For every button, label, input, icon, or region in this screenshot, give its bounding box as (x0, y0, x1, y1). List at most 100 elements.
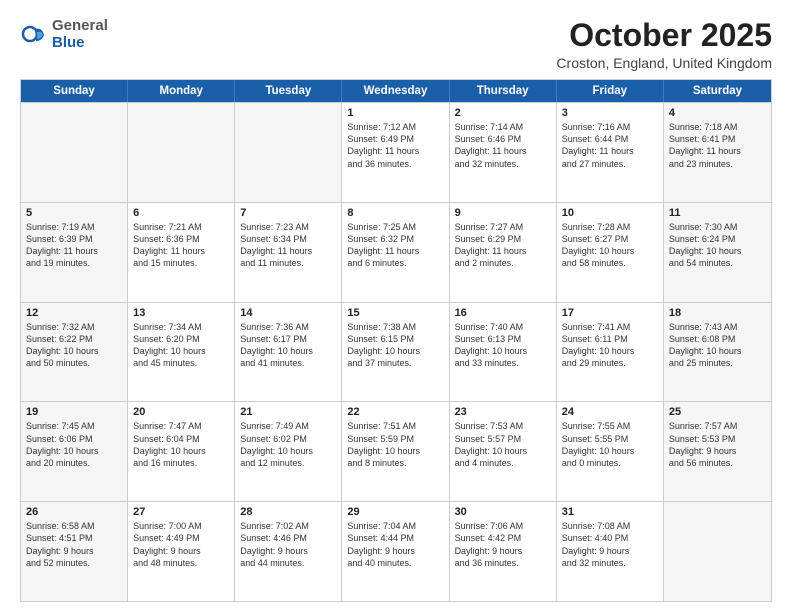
day-number: 7 (240, 207, 336, 219)
week-row-2: 12 Sunrise: 7:32 AM Sunset: 6:22 PM Dayli… (21, 302, 771, 402)
logo-blue: Blue (52, 35, 108, 52)
day-info: Sunrise: 7:25 AM Sunset: 6:32 PM Dayligh… (347, 221, 443, 270)
day-info: Sunrise: 7:47 AM Sunset: 6:04 PM Dayligh… (133, 420, 229, 469)
day-number: 26 (26, 506, 122, 518)
day-info: Sunrise: 7:19 AM Sunset: 6:39 PM Dayligh… (26, 221, 122, 270)
day-number: 2 (455, 107, 551, 119)
day-info: Sunrise: 7:32 AM Sunset: 6:22 PM Dayligh… (26, 321, 122, 370)
day-cell-15: 15 Sunrise: 7:38 AM Sunset: 6:15 PM Dayli… (342, 303, 449, 402)
logo-icon (20, 21, 48, 49)
day-cell-31: 31 Sunrise: 7:08 AM Sunset: 4:40 PM Dayli… (557, 502, 664, 601)
day-number: 22 (347, 406, 443, 418)
day-number: 14 (240, 307, 336, 319)
day-info: Sunrise: 7:21 AM Sunset: 6:36 PM Dayligh… (133, 221, 229, 270)
day-number: 30 (455, 506, 551, 518)
day-cell-11: 11Sunrise: 7:30 AM Sunset: 6:24 PM Dayli… (664, 203, 771, 302)
day-cell-4: 4 Sunrise: 7:18 AM Sunset: 6:41 PM Daylig… (664, 103, 771, 202)
day-cell-19: 19Sunrise: 7:45 AM Sunset: 6:06 PM Dayli… (21, 402, 128, 501)
day-info: Sunrise: 7:49 AM Sunset: 6:02 PM Dayligh… (240, 420, 336, 469)
empty-cell (21, 103, 128, 202)
day-cell-8: 8 Sunrise: 7:25 AM Sunset: 6:32 PM Daylig… (342, 203, 449, 302)
day-info: Sunrise: 7:38 AM Sunset: 6:15 PM Dayligh… (347, 321, 443, 370)
day-cell-26: 26Sunrise: 6:58 AM Sunset: 4:51 PM Dayli… (21, 502, 128, 601)
day-info: Sunrise: 7:06 AM Sunset: 4:42 PM Dayligh… (455, 520, 551, 569)
header-day-wednesday: Wednesday (342, 80, 449, 102)
day-number: 1 (347, 107, 443, 119)
day-number: 16 (455, 307, 551, 319)
day-cell-30: 30 Sunrise: 7:06 AM Sunset: 4:42 PM Dayli… (450, 502, 557, 601)
day-info: Sunrise: 7:18 AM Sunset: 6:41 PM Dayligh… (669, 121, 766, 170)
day-number: 18 (669, 307, 766, 319)
header-day-tuesday: Tuesday (235, 80, 342, 102)
empty-cell (664, 502, 771, 601)
day-info: Sunrise: 7:14 AM Sunset: 6:46 PM Dayligh… (455, 121, 551, 170)
day-cell-2: 2 Sunrise: 7:14 AM Sunset: 6:46 PM Daylig… (450, 103, 557, 202)
day-cell-3: 3Sunrise: 7:16 AM Sunset: 6:44 PM Daylig… (557, 103, 664, 202)
day-cell-28: 28Sunrise: 7:02 AM Sunset: 4:46 PM Dayli… (235, 502, 342, 601)
day-info: Sunrise: 7:12 AM Sunset: 6:49 PM Dayligh… (347, 121, 443, 170)
day-info: Sunrise: 7:28 AM Sunset: 6:27 PM Dayligh… (562, 221, 658, 270)
day-info: Sunrise: 7:27 AM Sunset: 6:29 PM Dayligh… (455, 221, 551, 270)
day-info: Sunrise: 7:43 AM Sunset: 6:08 PM Dayligh… (669, 321, 766, 370)
week-row-4: 26Sunrise: 6:58 AM Sunset: 4:51 PM Dayli… (21, 501, 771, 601)
day-info: Sunrise: 7:23 AM Sunset: 6:34 PM Dayligh… (240, 221, 336, 270)
day-info: Sunrise: 7:57 AM Sunset: 5:53 PM Dayligh… (669, 420, 766, 469)
calendar: SundayMondayTuesdayWednesdayThursdayFrid… (20, 79, 772, 602)
day-cell-29: 29 Sunrise: 7:04 AM Sunset: 4:44 PM Dayli… (342, 502, 449, 601)
day-number: 24 (562, 406, 658, 418)
day-number: 31 (562, 506, 658, 518)
day-info: Sunrise: 7:34 AM Sunset: 6:20 PM Dayligh… (133, 321, 229, 370)
day-cell-27: 27Sunrise: 7:00 AM Sunset: 4:49 PM Dayli… (128, 502, 235, 601)
day-number: 9 (455, 207, 551, 219)
day-number: 8 (347, 207, 443, 219)
day-cell-6: 6 Sunrise: 7:21 AM Sunset: 6:36 PM Daylig… (128, 203, 235, 302)
day-info: Sunrise: 7:08 AM Sunset: 4:40 PM Dayligh… (562, 520, 658, 569)
month-title: October 2025 (556, 18, 772, 53)
day-cell-23: 23Sunrise: 7:53 AM Sunset: 5:57 PM Dayli… (450, 402, 557, 501)
day-info: Sunrise: 7:40 AM Sunset: 6:13 PM Dayligh… (455, 321, 551, 370)
page: General Blue October 2025 Croston, Engla… (0, 0, 792, 612)
calendar-header: SundayMondayTuesdayWednesdayThursdayFrid… (21, 80, 771, 102)
day-number: 15 (347, 307, 443, 319)
day-cell-7: 7 Sunrise: 7:23 AM Sunset: 6:34 PM Daylig… (235, 203, 342, 302)
day-cell-13: 13 Sunrise: 7:34 AM Sunset: 6:20 PM Dayli… (128, 303, 235, 402)
header: General Blue October 2025 Croston, Engla… (20, 18, 772, 71)
calendar-body: 1 Sunrise: 7:12 AM Sunset: 6:49 PM Daylig… (21, 102, 771, 601)
header-day-monday: Monday (128, 80, 235, 102)
header-day-thursday: Thursday (450, 80, 557, 102)
day-number: 4 (669, 107, 766, 119)
day-cell-10: 10 Sunrise: 7:28 AM Sunset: 6:27 PM Dayli… (557, 203, 664, 302)
day-number: 13 (133, 307, 229, 319)
header-day-sunday: Sunday (21, 80, 128, 102)
empty-cell (235, 103, 342, 202)
day-info: Sunrise: 7:00 AM Sunset: 4:49 PM Dayligh… (133, 520, 229, 569)
day-number: 20 (133, 406, 229, 418)
day-number: 29 (347, 506, 443, 518)
week-row-3: 19Sunrise: 7:45 AM Sunset: 6:06 PM Dayli… (21, 401, 771, 501)
day-number: 25 (669, 406, 766, 418)
day-cell-25: 25 Sunrise: 7:57 AM Sunset: 5:53 PM Dayli… (664, 402, 771, 501)
day-cell-21: 21 Sunrise: 7:49 AM Sunset: 6:02 PM Dayli… (235, 402, 342, 501)
week-row-0: 1 Sunrise: 7:12 AM Sunset: 6:49 PM Daylig… (21, 102, 771, 202)
day-number: 10 (562, 207, 658, 219)
day-info: Sunrise: 7:04 AM Sunset: 4:44 PM Dayligh… (347, 520, 443, 569)
day-info: Sunrise: 7:30 AM Sunset: 6:24 PM Dayligh… (669, 221, 766, 270)
day-cell-24: 24 Sunrise: 7:55 AM Sunset: 5:55 PM Dayli… (557, 402, 664, 501)
day-number: 3 (562, 107, 658, 119)
empty-cell (128, 103, 235, 202)
day-cell-12: 12 Sunrise: 7:32 AM Sunset: 6:22 PM Dayli… (21, 303, 128, 402)
day-cell-14: 14 Sunrise: 7:36 AM Sunset: 6:17 PM Dayli… (235, 303, 342, 402)
day-number: 12 (26, 307, 122, 319)
day-number: 28 (240, 506, 336, 518)
day-info: Sunrise: 7:36 AM Sunset: 6:17 PM Dayligh… (240, 321, 336, 370)
day-info: Sunrise: 7:41 AM Sunset: 6:11 PM Dayligh… (562, 321, 658, 370)
day-info: Sunrise: 7:55 AM Sunset: 5:55 PM Dayligh… (562, 420, 658, 469)
day-number: 6 (133, 207, 229, 219)
logo: General Blue (20, 18, 108, 51)
day-number: 23 (455, 406, 551, 418)
day-cell-1: 1 Sunrise: 7:12 AM Sunset: 6:49 PM Daylig… (342, 103, 449, 202)
header-day-friday: Friday (557, 80, 664, 102)
location: Croston, England, United Kingdom (556, 55, 772, 71)
day-number: 21 (240, 406, 336, 418)
day-cell-22: 22Sunrise: 7:51 AM Sunset: 5:59 PM Dayli… (342, 402, 449, 501)
